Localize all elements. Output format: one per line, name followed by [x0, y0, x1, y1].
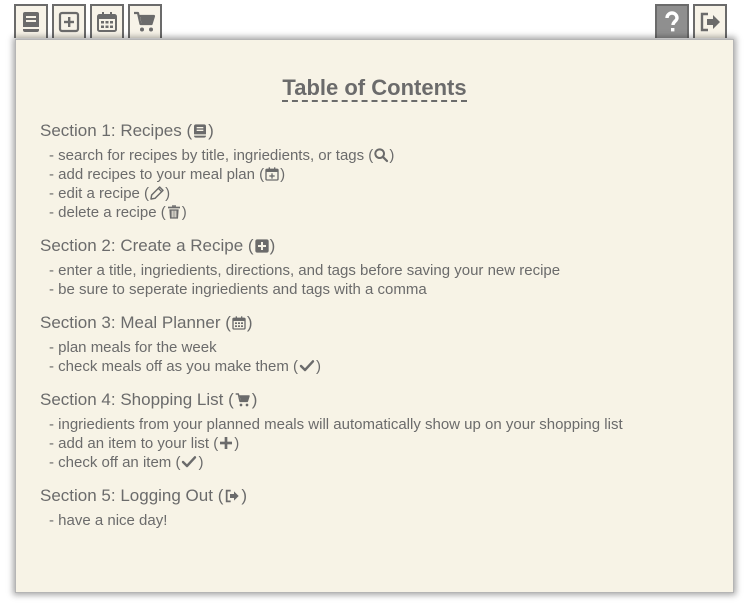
section-create-recipe: Section 2: Create a Recipe () - enter a … [40, 235, 560, 299]
list-item: - enter a title, ingriedients, direction… [49, 262, 561, 279]
list-item: - have a nice day! [49, 512, 168, 529]
trash-icon [166, 204, 182, 220]
section-heading: Section 3: Meal Planner () [40, 313, 253, 332]
list-item: - search for recipes by title, ingriedie… [49, 147, 395, 164]
list-item: - ingriedients from your planned meals w… [49, 416, 623, 433]
check-icon [298, 358, 316, 374]
section-logging-out: Section 5: Logging Out () - have a nice … [40, 485, 247, 530]
sign-out-icon [223, 488, 241, 504]
section-heading: Section 5: Logging Out () [40, 486, 248, 505]
section-heading: Section 1: Recipes () [40, 121, 214, 140]
page-title: Table of Contents [282, 75, 467, 102]
list-item: - delete a recipe () [49, 204, 187, 221]
search-icon [373, 147, 389, 163]
create-recipe-tab-button[interactable] [52, 4, 86, 38]
shopping-cart-icon [133, 10, 157, 34]
meal-planner-tab-button[interactable] [90, 4, 124, 38]
list-item: - check off an item () [49, 454, 204, 471]
section-heading: Section 2: Create a Recipe () [40, 236, 276, 255]
list-item: - edit a recipe () [49, 185, 171, 202]
list-item: - add recipes to your meal plan () [49, 166, 286, 183]
plus-square-icon [254, 238, 270, 254]
add-recipe-icon [57, 10, 81, 34]
list-item: - plan meals for the week [49, 339, 217, 356]
list-item: - check meals off as you make them () [49, 358, 321, 375]
plus-icon [218, 435, 234, 451]
list-item: - be sure to seperate ingriedients and t… [49, 281, 427, 298]
recipe-book-icon [19, 10, 43, 34]
shopping-list-tab-button[interactable] [128, 4, 162, 38]
recipes-tab-button[interactable] [14, 4, 48, 38]
logout-icon [698, 10, 722, 34]
calendar-plus-icon [264, 166, 280, 182]
book-icon [192, 123, 208, 139]
section-recipes: Section 1: Recipes () - search for recip… [40, 120, 394, 222]
list-item: - add an item to your list () [49, 435, 240, 452]
cart-icon [234, 392, 252, 408]
check-icon [180, 454, 198, 470]
section-heading: Section 4: Shopping List () [40, 390, 258, 409]
logout-tab-button[interactable] [693, 4, 727, 38]
help-tab-button[interactable] [655, 4, 689, 38]
help-panel: Table of Contents Section 1: Recipes () … [15, 39, 734, 593]
section-shopping-list: Section 4: Shopping List () - ingriedien… [40, 389, 623, 472]
section-meal-planner: Section 3: Meal Planner () - plan meals … [40, 312, 321, 376]
pencil-icon [149, 185, 165, 201]
calendar-icon [95, 10, 119, 34]
calendar-icon [231, 315, 247, 331]
help-icon [660, 10, 684, 34]
